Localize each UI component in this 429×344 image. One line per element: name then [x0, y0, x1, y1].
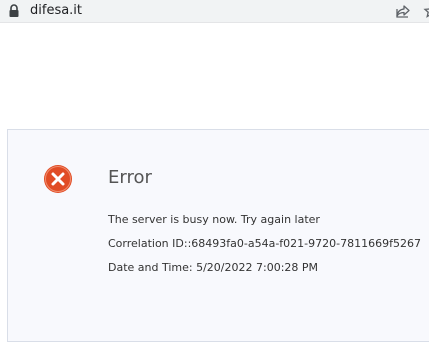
url-text[interactable]: difesa.it: [30, 3, 82, 19]
error-x-icon: [43, 164, 73, 194]
error-title: Error: [108, 167, 152, 188]
error-panel: Error The server is busy now. Try again …: [7, 129, 429, 342]
star-icon[interactable]: [423, 3, 429, 19]
page-content: Error The server is busy now. Try again …: [0, 23, 429, 344]
error-datetime: Date and Time: 5/20/2022 7:00:28 PM: [108, 261, 319, 274]
lock-icon[interactable]: [8, 3, 20, 17]
correlation-id: Correlation ID::68493fa0-a54a-f021-9720-…: [108, 237, 421, 250]
address-bar[interactable]: difesa.it: [0, 0, 429, 23]
error-message: The server is busy now. Try again later: [108, 213, 320, 226]
share-icon[interactable]: [395, 3, 411, 19]
